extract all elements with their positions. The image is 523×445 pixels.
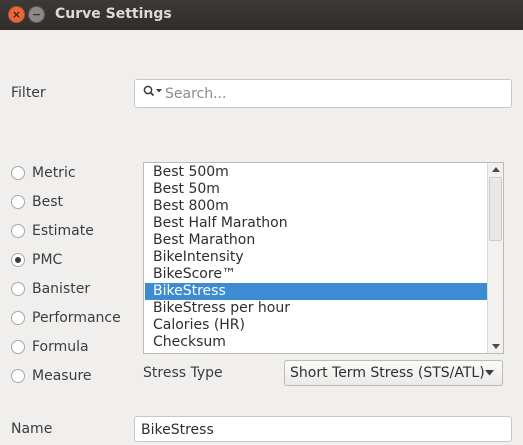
radio-option-metric[interactable]: Metric	[11, 163, 76, 183]
radio-selected-dot	[15, 257, 21, 263]
radio-button[interactable]	[11, 166, 25, 180]
list-item[interactable]: Best 800m	[145, 198, 488, 215]
radio-option-performance[interactable]: Performance	[11, 308, 121, 328]
list-item[interactable]: BikeScore™	[145, 266, 488, 283]
radio-label: Banister	[32, 281, 91, 297]
title-bar: × − Curve Settings	[0, 0, 523, 30]
list-item[interactable]: BikeStress per hour	[145, 300, 488, 317]
name-label: Name	[11, 421, 53, 437]
vertical-scrollbar[interactable]	[487, 163, 503, 353]
search-field[interactable]	[134, 79, 512, 108]
radio-label: PMC	[32, 252, 63, 268]
list-item[interactable]: Best Half Marathon	[145, 215, 488, 232]
radio-label: Performance	[32, 310, 121, 326]
list-item[interactable]: Checksum	[145, 334, 488, 351]
close-icon[interactable]: ×	[8, 6, 25, 23]
radio-button[interactable]	[11, 311, 25, 325]
scrollbar-thumb[interactable]	[489, 177, 502, 241]
scroll-up-arrow-icon[interactable]	[491, 166, 501, 174]
scroll-down-arrow-icon[interactable]	[491, 342, 501, 350]
metric-list[interactable]: Best 500m Best 50m Best 800m Best Half Mara…	[143, 162, 504, 354]
radio-button[interactable]	[11, 369, 25, 383]
radio-option-formula[interactable]: Formula	[11, 337, 89, 357]
chevron-down-icon	[485, 370, 494, 376]
radio-button[interactable]	[11, 282, 25, 296]
radio-label: Estimate	[32, 223, 94, 239]
radio-option-banister[interactable]: Banister	[11, 279, 90, 299]
filter-label: Filter	[11, 85, 46, 101]
list-item[interactable]: Best 500m	[145, 164, 488, 181]
list-item[interactable]: BikeIntensity	[145, 249, 488, 266]
radio-label: Metric	[32, 165, 76, 181]
radio-button[interactable]	[11, 253, 25, 267]
radio-option-estimate[interactable]: Estimate	[11, 221, 94, 241]
list-item[interactable]: Calories (HR)	[145, 317, 488, 334]
window-title: Curve Settings	[55, 6, 172, 22]
list-item[interactable]: Best 50m	[145, 181, 488, 198]
stress-type-value: Short Term Stress (STS/ATL)	[290, 365, 485, 381]
search-input[interactable]	[165, 84, 505, 104]
stress-type-label: Stress Type	[143, 365, 223, 381]
search-icon[interactable]	[142, 84, 164, 102]
list-item[interactable]: Best Marathon	[145, 232, 488, 249]
radio-label: Best	[32, 194, 64, 210]
radio-label: Formula	[32, 339, 89, 355]
name-field[interactable]	[134, 416, 512, 442]
radio-label: Measure	[32, 368, 92, 384]
name-input[interactable]	[141, 420, 501, 439]
stress-type-dropdown[interactable]: Short Term Stress (STS/ATL)	[284, 360, 503, 386]
radio-button[interactable]	[11, 224, 25, 238]
radio-option-pmc[interactable]: PMC	[11, 250, 62, 270]
radio-option-best[interactable]: Best	[11, 192, 63, 212]
radio-button[interactable]	[11, 340, 25, 354]
list-item[interactable]: BikeStress	[145, 283, 488, 300]
minimize-icon[interactable]: −	[28, 6, 45, 23]
radio-button[interactable]	[11, 195, 25, 209]
radio-option-measure[interactable]: Measure	[11, 366, 92, 386]
